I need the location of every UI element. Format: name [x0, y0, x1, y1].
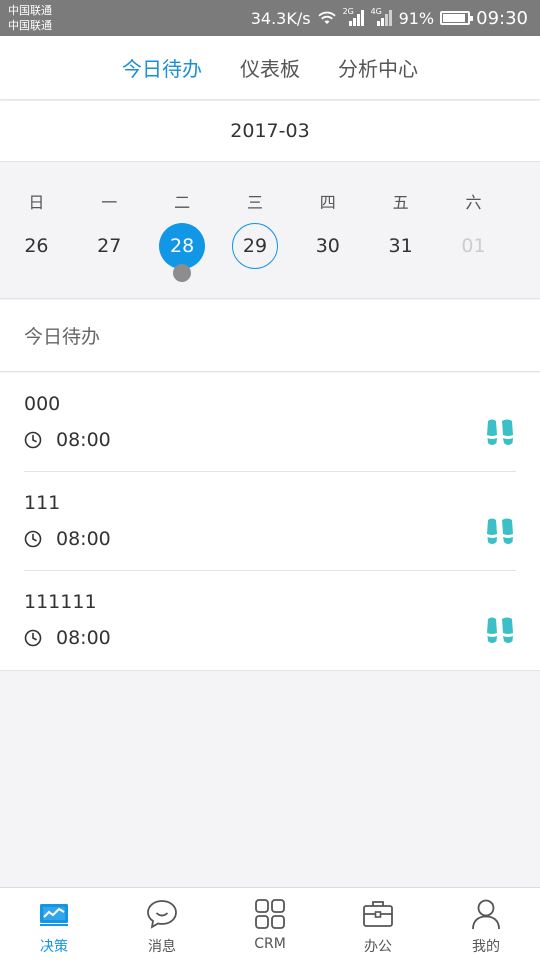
- nav-messages[interactable]: 消息: [108, 888, 216, 960]
- carrier-info: 中国联通 中国联通: [8, 3, 52, 33]
- todo-time-row: 08:00: [24, 528, 111, 550]
- day-number: 31: [388, 235, 413, 257]
- nav-office[interactable]: 办公: [324, 888, 432, 960]
- day-number: 01: [461, 235, 486, 257]
- todo-title: 111111: [24, 591, 97, 613]
- weekday-fri: 五: [392, 193, 409, 212]
- briefcase-icon: [363, 901, 393, 927]
- nav-label: 我的: [472, 939, 500, 955]
- todo-list: 000 08:00 111 08:00 111111 08:00: [0, 373, 540, 671]
- event-indicator-dot: [173, 264, 192, 282]
- chart-screen-icon: [40, 904, 68, 926]
- battery-percent: 91%: [398, 8, 435, 28]
- weekday-thu: 四: [319, 193, 336, 212]
- weekday-header: 日 一 二 三 四 五 六: [0, 189, 540, 213]
- clock-icon: [24, 431, 42, 449]
- status-indicators: 34.3K/s 2G 4G 91% 09:30: [251, 0, 528, 36]
- todo-time-row: 08:00: [24, 627, 111, 649]
- bottom-nav-bar: 决策 消息 CRM 办公 我的: [0, 887, 540, 960]
- day-cell[interactable]: 30: [291, 223, 364, 269]
- day-cell[interactable]: 26: [0, 223, 73, 269]
- user-icon: [472, 899, 500, 930]
- clock-icon: [24, 629, 42, 647]
- day-cell-today[interactable]: 29: [219, 223, 292, 269]
- day-number: 27: [97, 235, 122, 257]
- week-calendar: 日 一 二 三 四 五 六 26 27 28 29 30 31 01: [0, 163, 540, 299]
- todo-item[interactable]: 000 08:00: [24, 373, 516, 472]
- day-number: 28: [159, 223, 206, 269]
- todo-time-row: 08:00: [24, 429, 111, 451]
- nav-label: 决策: [40, 939, 68, 955]
- weekday-tue: 二: [174, 193, 191, 212]
- todo-title: 111: [24, 492, 61, 514]
- chat-bubble-icon: [147, 900, 177, 929]
- day-cell[interactable]: 27: [73, 223, 146, 269]
- todo-item[interactable]: 111 08:00: [24, 472, 516, 571]
- nav-label: 消息: [148, 939, 176, 955]
- top-tab-bar: 今日待办 仪表板 分析中心: [0, 36, 540, 100]
- clock-icon: [24, 530, 42, 548]
- weekday-mon: 一: [101, 193, 118, 212]
- carrier-1: 中国联通: [8, 4, 52, 17]
- carrier-2: 中国联通: [8, 19, 52, 32]
- nav-label: CRM: [254, 936, 286, 952]
- nav-crm[interactable]: CRM: [216, 888, 324, 960]
- footprints-icon[interactable]: [486, 419, 514, 451]
- day-cell-next-month[interactable]: 01: [437, 223, 510, 269]
- footprints-icon[interactable]: [486, 518, 514, 550]
- day-cell[interactable]: 31: [364, 223, 437, 269]
- weekday-wed: 三: [246, 193, 263, 212]
- wifi-icon: [317, 11, 336, 24]
- day-number: 30: [315, 235, 340, 257]
- battery-icon: [440, 11, 474, 25]
- month-label: 2017-03: [230, 120, 310, 142]
- nav-profile[interactable]: 我的: [432, 888, 540, 960]
- todo-time: 08:00: [56, 627, 111, 649]
- todo-time: 08:00: [56, 528, 111, 550]
- nav-decision[interactable]: 决策: [0, 888, 108, 960]
- section-title: 今日待办: [0, 300, 540, 372]
- week-days: 26 27 28 29 30 31 01: [0, 223, 540, 282]
- todo-time: 08:00: [56, 429, 111, 451]
- weekday-sat: 六: [465, 193, 482, 212]
- nav-label: 办公: [364, 939, 392, 955]
- tab-dashboard[interactable]: 仪表板: [240, 53, 300, 82]
- day-number: 26: [24, 235, 49, 257]
- tab-analysis-center[interactable]: 分析中心: [338, 53, 418, 82]
- grid-icon: [255, 899, 285, 929]
- status-bar: 中国联通 中国联通 34.3K/s 2G 4G 91% 09:30: [0, 0, 540, 36]
- network-speed: 34.3K/s: [250, 8, 311, 28]
- todo-item[interactable]: 111111 08:00: [24, 571, 516, 670]
- signal-icon-sim2: 4G: [371, 7, 393, 26]
- month-selector[interactable]: 2017-03: [0, 101, 540, 162]
- footprints-icon[interactable]: [486, 617, 514, 649]
- weekday-sun: 日: [28, 193, 45, 212]
- tab-today-todo[interactable]: 今日待办: [122, 53, 202, 82]
- signal-icon-sim1: 2G: [343, 7, 365, 26]
- clock-time: 09:30: [476, 7, 528, 29]
- day-number: 29: [231, 223, 278, 269]
- todo-title: 000: [24, 393, 61, 415]
- day-cell-selected[interactable]: 28: [146, 223, 219, 282]
